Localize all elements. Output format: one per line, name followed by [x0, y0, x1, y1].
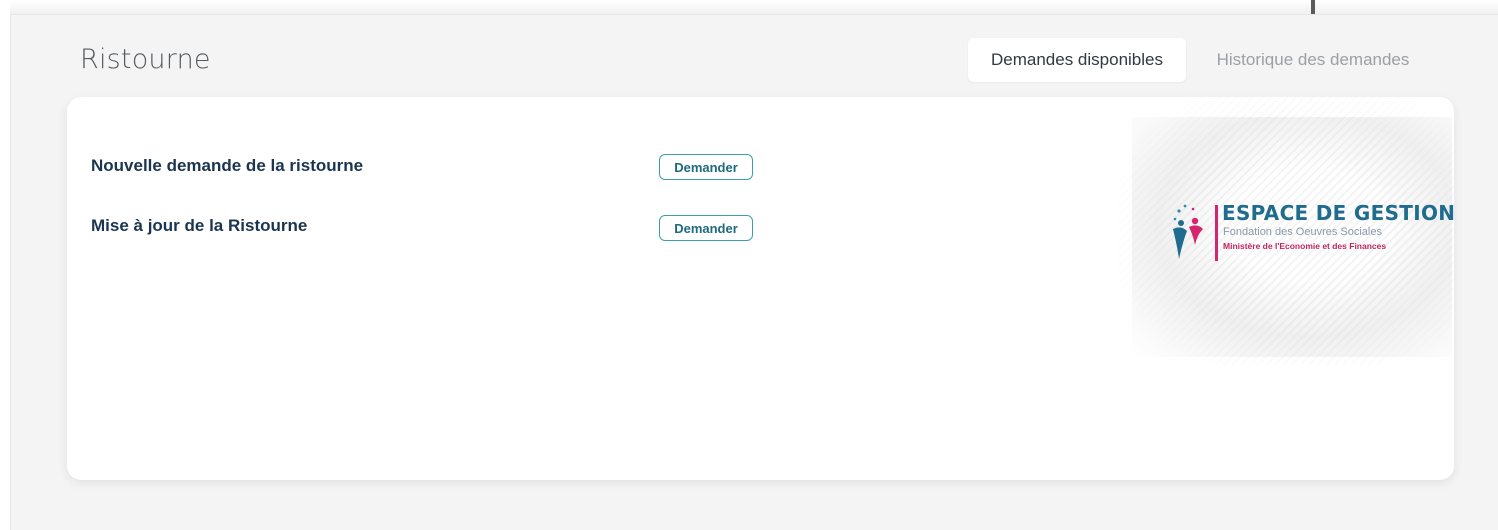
logo-subtitle: Fondation des Oeuvres Sociales: [1223, 226, 1382, 238]
top-shadow: [10, 0, 1498, 14]
logo-title: ESPACE DE GESTION: [1222, 201, 1454, 225]
demander-mise-a-jour-button[interactable]: Demander: [659, 215, 753, 241]
logo-ministry: Ministère de l'Economie et des Finances: [1223, 241, 1387, 251]
tab-demandes-disponibles[interactable]: Demandes disponibles: [968, 38, 1186, 82]
espace-de-gestion-logo: ESPACE DE GESTION Fondation des Oeuvres …: [1167, 201, 1454, 267]
demander-nouvelle-button[interactable]: Demander: [659, 154, 753, 180]
page-title: Ristourne: [80, 44, 211, 75]
top-divider: [1311, 0, 1315, 14]
logo-divider: [1215, 205, 1218, 261]
request-label-nouvelle: Nouvelle demande de la ristourne: [91, 156, 364, 175]
people-figures-icon: [1173, 204, 1203, 259]
tab-historique-des-demandes[interactable]: Historique des demandes: [1196, 38, 1430, 82]
request-label-mise-a-jour: Mise à jour de la Ristourne: [91, 216, 308, 235]
requests-card: Nouvelle demande de la ristourne Demande…: [67, 97, 1454, 480]
